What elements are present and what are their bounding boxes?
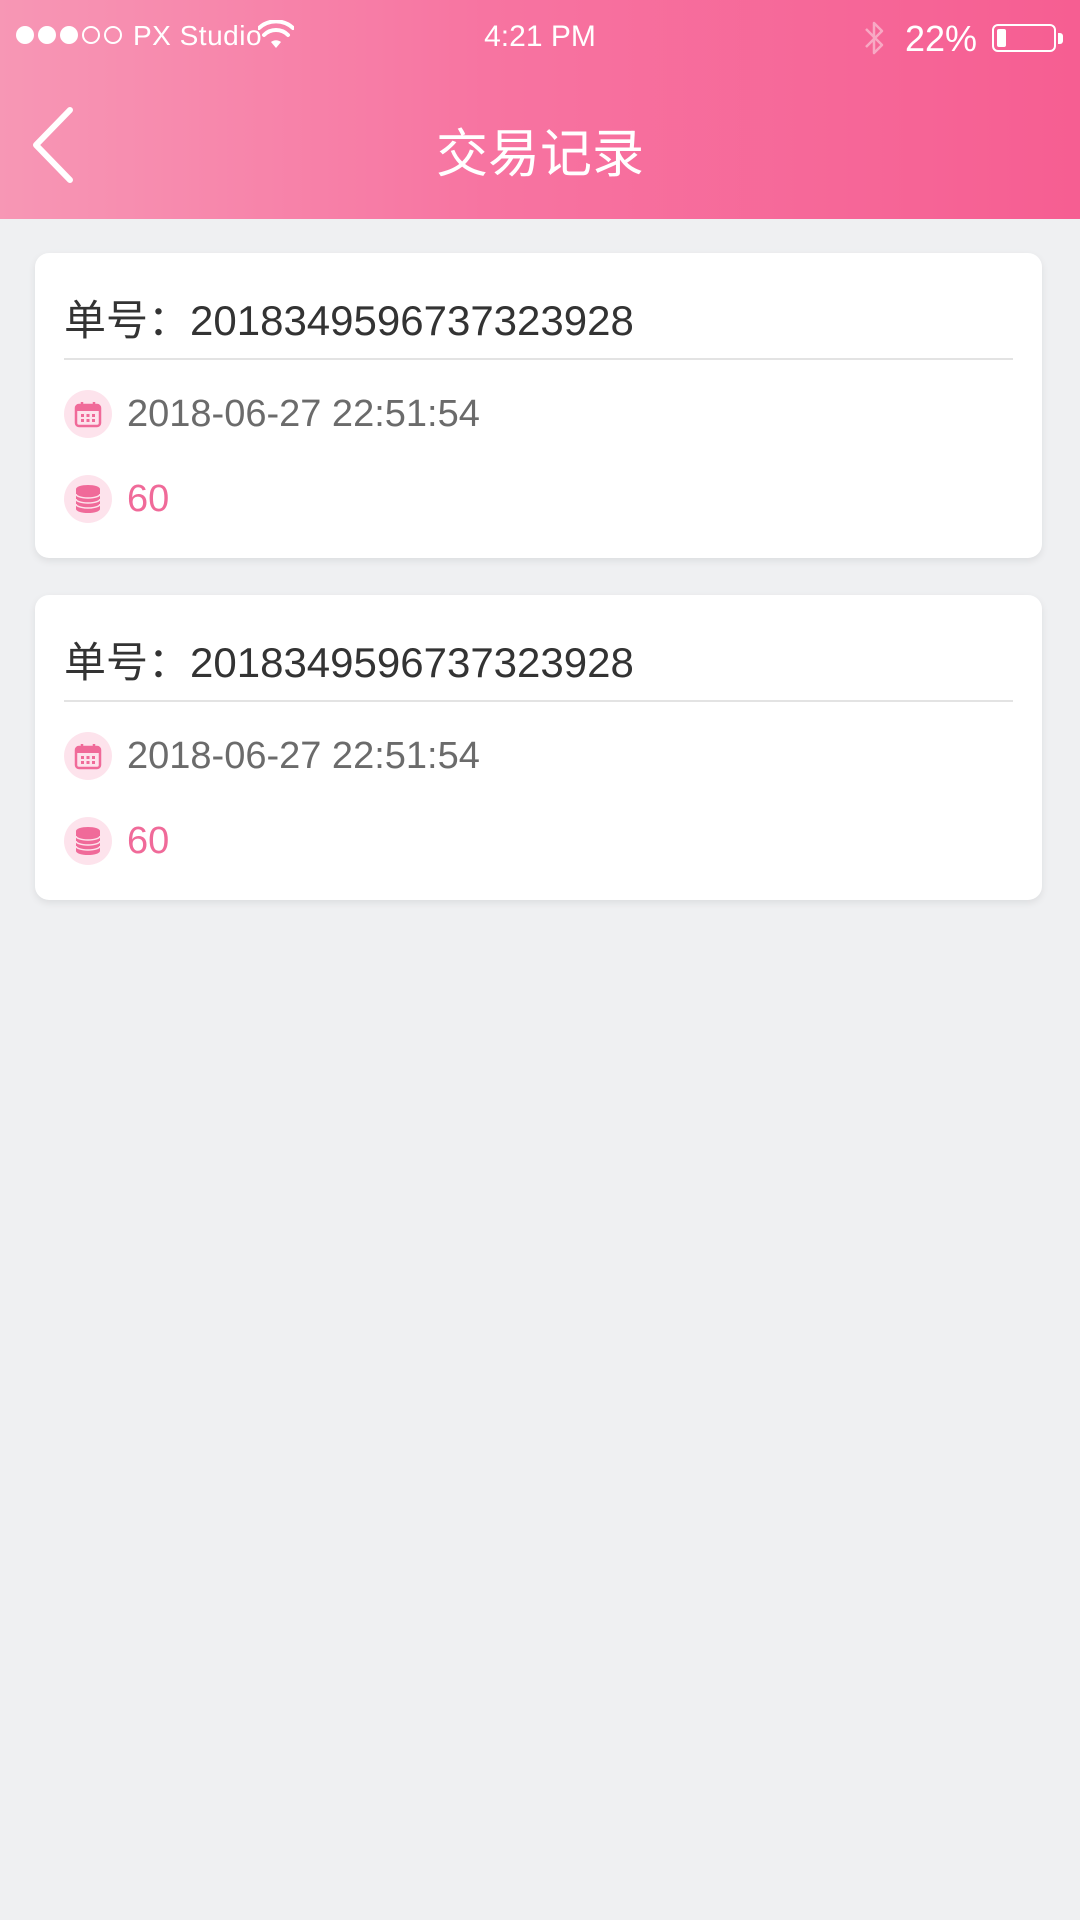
order-number-line: 单号：2018349596737323928 (64, 287, 634, 348)
date-row: 2018-06-27 22:51:54 (64, 390, 480, 438)
coins-icon (64, 817, 112, 865)
amount-row: 60 (64, 817, 169, 865)
order-label: 单号： (64, 638, 191, 687)
calendar-icon (64, 732, 112, 780)
amount-row: 60 (64, 475, 169, 523)
transaction-amount: 60 (127, 477, 170, 520)
transaction-card[interactable]: 单号：2018349596737323928 2018-06-27 22:51:… (35, 595, 1042, 900)
calendar-icon (64, 390, 112, 438)
transaction-amount: 60 (127, 819, 170, 862)
battery-percentage: 22% (905, 18, 978, 59)
coins-icon (64, 475, 112, 523)
bluetooth-icon (865, 21, 884, 55)
date-row: 2018-06-27 22:51:54 (64, 732, 480, 780)
order-number: 2018349596737323928 (190, 297, 634, 344)
order-number: 2018349596737323928 (190, 639, 634, 686)
status-bar: PX Studio 4:21 PM 22% (0, 0, 1080, 74)
order-number-line: 单号：2018349596737323928 (64, 629, 634, 690)
transaction-datetime: 2018-06-27 22:51:54 (127, 734, 480, 777)
order-label: 单号： (64, 296, 191, 345)
app-header: PX Studio 4:21 PM 22% 交易记录 (0, 0, 1080, 219)
battery-level (997, 29, 1006, 47)
transaction-datetime: 2018-06-27 22:51:54 (127, 392, 480, 435)
page-title: 交易记录 (435, 125, 644, 185)
divider (64, 700, 1013, 702)
battery-tip (1058, 33, 1063, 44)
transaction-card[interactable]: 单号：2018349596737323928 2018-06-27 22:51:… (35, 253, 1042, 558)
divider (64, 358, 1013, 360)
battery-icon (992, 24, 1056, 52)
transaction-list: 单号：2018349596737323928 2018-06-27 22:51:… (35, 253, 1042, 937)
